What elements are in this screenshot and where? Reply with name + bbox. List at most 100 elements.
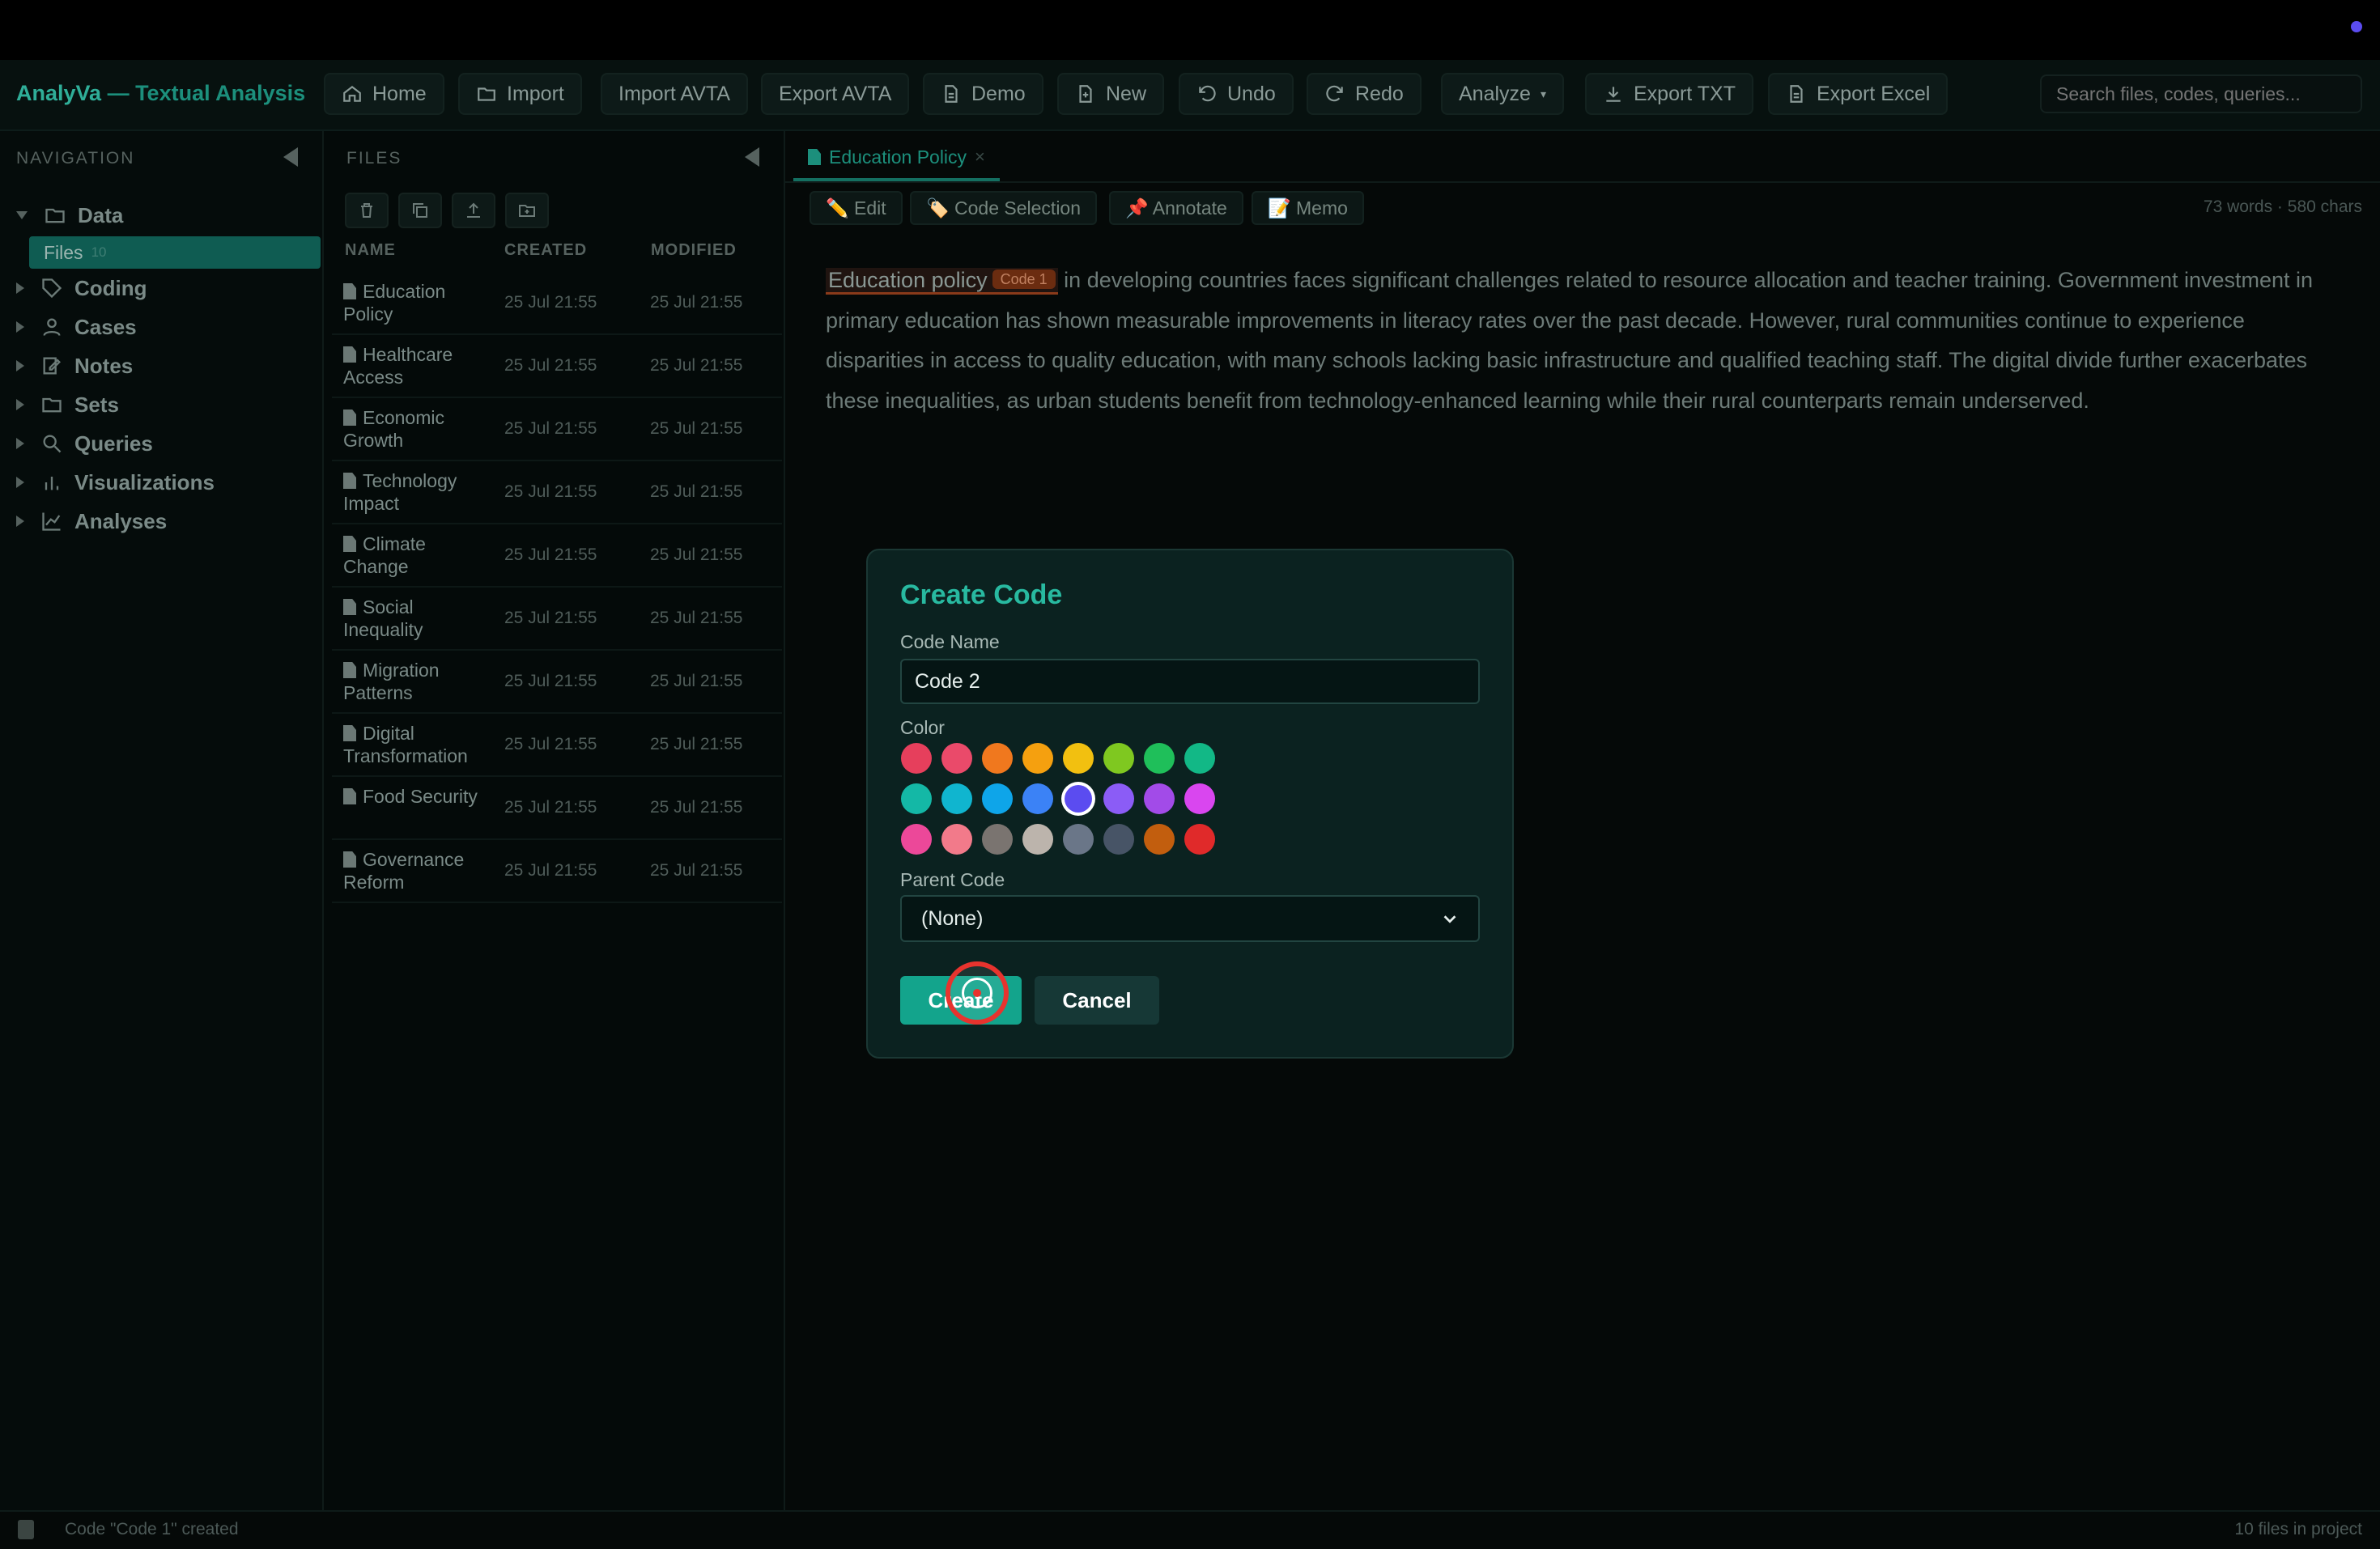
file-row[interactable]: Healthcare Access 25 Jul 21:55 25 Jul 21:5…: [332, 335, 782, 398]
color-swatch[interactable]: [1144, 743, 1175, 774]
file-row[interactable]: Food Security 25 Jul 21:55 25 Jul 21:55: [332, 777, 782, 840]
annotate-button[interactable]: 📌 Annotate: [1109, 191, 1243, 225]
coded-segment[interactable]: Education policy Code 1: [826, 268, 1058, 295]
color-swatch[interactable]: [982, 743, 1013, 774]
color-swatch[interactable]: [1063, 743, 1094, 774]
file-row[interactable]: Governance Reform 25 Jul 21:55 25 Jul 21:5…: [332, 840, 782, 903]
collapsed-caret-icon: [16, 516, 24, 527]
color-swatch[interactable]: [1022, 824, 1053, 855]
new-folder-button[interactable]: [505, 193, 549, 228]
file-icon: [808, 149, 821, 165]
redo-icon: [1326, 85, 1343, 102]
nav-item-files[interactable]: Files 10: [29, 236, 321, 269]
demo-button[interactable]: Demo: [923, 73, 1043, 115]
nav-item-data[interactable]: Data: [16, 199, 123, 231]
folder-plus-icon: [519, 205, 535, 217]
export-txt-button[interactable]: Export TXT: [1585, 73, 1753, 115]
file-icon: [343, 283, 356, 299]
file-row[interactable]: Migration Patterns 25 Jul 21:55 25 Jul 21:…: [332, 651, 782, 714]
color-label: Color: [900, 717, 945, 738]
nav-item-queries[interactable]: Queries: [16, 427, 153, 460]
navigation-header: NAVIGATION: [16, 149, 135, 168]
file-row[interactable]: Technology Impact 25 Jul 21:55 25 Jul 21:5…: [332, 461, 782, 524]
nav-item-sets[interactable]: Sets: [16, 388, 119, 421]
code-name-input[interactable]: [900, 659, 1480, 704]
new-button[interactable]: New: [1057, 73, 1165, 115]
color-swatch[interactable]: [982, 783, 1013, 814]
file-row[interactable]: Climate Change 25 Jul 21:55 25 Jul 21:55: [332, 524, 782, 588]
nav-item-notes[interactable]: Notes: [16, 350, 133, 382]
export-excel-button[interactable]: Export Excel: [1768, 73, 1949, 115]
memo-button[interactable]: 📝 Memo: [1252, 191, 1364, 225]
import-button[interactable]: Import: [458, 73, 582, 115]
close-tab-icon[interactable]: ×: [975, 146, 985, 168]
file-row[interactable]: Digital Transformation 25 Jul 21:55 25 Jul…: [332, 714, 782, 777]
column-header-name[interactable]: NAME: [345, 241, 396, 260]
duplicate-file-button[interactable]: [398, 193, 442, 228]
home-button[interactable]: Home: [324, 73, 444, 115]
clipboard-icon: [18, 1520, 34, 1539]
analyze-dropdown[interactable]: Analyze ▾: [1441, 73, 1564, 115]
edit-button[interactable]: ✏️ Edit: [810, 191, 903, 225]
collapsed-caret-icon: [16, 321, 24, 333]
color-swatch[interactable]: [1184, 824, 1215, 855]
color-swatch[interactable]: [941, 783, 972, 814]
nav-item-visualizations[interactable]: Visualizations: [16, 466, 215, 499]
nav-item-analyses[interactable]: Analyses: [16, 505, 167, 537]
color-swatch[interactable]: [1184, 743, 1215, 774]
color-swatch[interactable]: [941, 824, 972, 855]
file-icon: [343, 536, 356, 552]
color-swatch[interactable]: [901, 743, 932, 774]
dialog-title: Create Code: [900, 579, 1063, 610]
color-swatch[interactable]: [1103, 743, 1134, 774]
color-swatch[interactable]: [1103, 783, 1134, 814]
nav-item-cases[interactable]: Cases: [16, 311, 137, 343]
collapsed-caret-icon: [16, 399, 24, 410]
cancel-button[interactable]: Cancel: [1035, 976, 1159, 1025]
color-swatch[interactable]: [982, 824, 1013, 855]
nav-item-coding[interactable]: Coding: [16, 272, 147, 304]
upload-file-button[interactable]: [452, 193, 495, 228]
color-swatch[interactable]: [901, 783, 932, 814]
tag-icon: [42, 278, 62, 299]
code-selection-button[interactable]: 🏷️ Code Selection: [910, 191, 1098, 225]
app-brand: AnalyVa — Textual Analysis: [16, 81, 306, 105]
color-swatch[interactable]: [1144, 783, 1175, 814]
document-text[interactable]: Education policy Code 1 in developing cou…: [826, 261, 2348, 421]
upload-icon: [467, 202, 480, 218]
file-count-status: 10 files in project: [2234, 1520, 2362, 1538]
color-swatch[interactable]: [1184, 783, 1215, 814]
redo-button[interactable]: Redo: [1307, 73, 1422, 115]
color-swatch[interactable]: [1065, 785, 1092, 813]
file-icon: [343, 851, 356, 868]
collapse-navigation-icon[interactable]: [283, 147, 298, 167]
column-header-created[interactable]: CREATED: [504, 241, 587, 260]
folder-icon: [478, 87, 495, 101]
column-header-modified[interactable]: MODIFIED: [651, 241, 737, 260]
file-row[interactable]: Education Policy 25 Jul 21:55 25 Jul 21:55: [332, 272, 782, 335]
import-avta-button[interactable]: Import AVTA: [601, 73, 749, 115]
code-name-label: Code Name: [900, 631, 1000, 652]
trash-icon: [361, 203, 372, 218]
color-swatch[interactable]: [1063, 824, 1094, 855]
collapsed-caret-icon: [16, 360, 24, 371]
color-swatch[interactable]: [941, 743, 972, 774]
download-icon: [1606, 87, 1621, 102]
export-avta-button[interactable]: Export AVTA: [761, 73, 910, 115]
color-swatch[interactable]: [1144, 824, 1175, 855]
undo-button[interactable]: Undo: [1179, 73, 1294, 115]
delete-file-button[interactable]: [345, 193, 389, 228]
code-badge[interactable]: Code 1: [992, 269, 1056, 289]
color-swatch[interactable]: [1022, 743, 1053, 774]
parent-code-select[interactable]: (None): [900, 895, 1480, 942]
color-swatch[interactable]: [1022, 783, 1053, 814]
color-swatch[interactable]: [1103, 824, 1134, 855]
collapse-files-icon[interactable]: [745, 147, 759, 167]
expanded-caret-icon: [16, 211, 28, 219]
color-swatch[interactable]: [901, 824, 932, 855]
file-row[interactable]: Economic Growth 25 Jul 21:55 25 Jul 21:55: [332, 398, 782, 461]
edit-note-icon: [43, 357, 61, 375]
file-row[interactable]: Social Inequality 25 Jul 21:55 25 Jul 21:5…: [332, 588, 782, 651]
search-input[interactable]: [2040, 74, 2362, 113]
tab-education-policy[interactable]: Education Policy ×: [793, 136, 1000, 181]
